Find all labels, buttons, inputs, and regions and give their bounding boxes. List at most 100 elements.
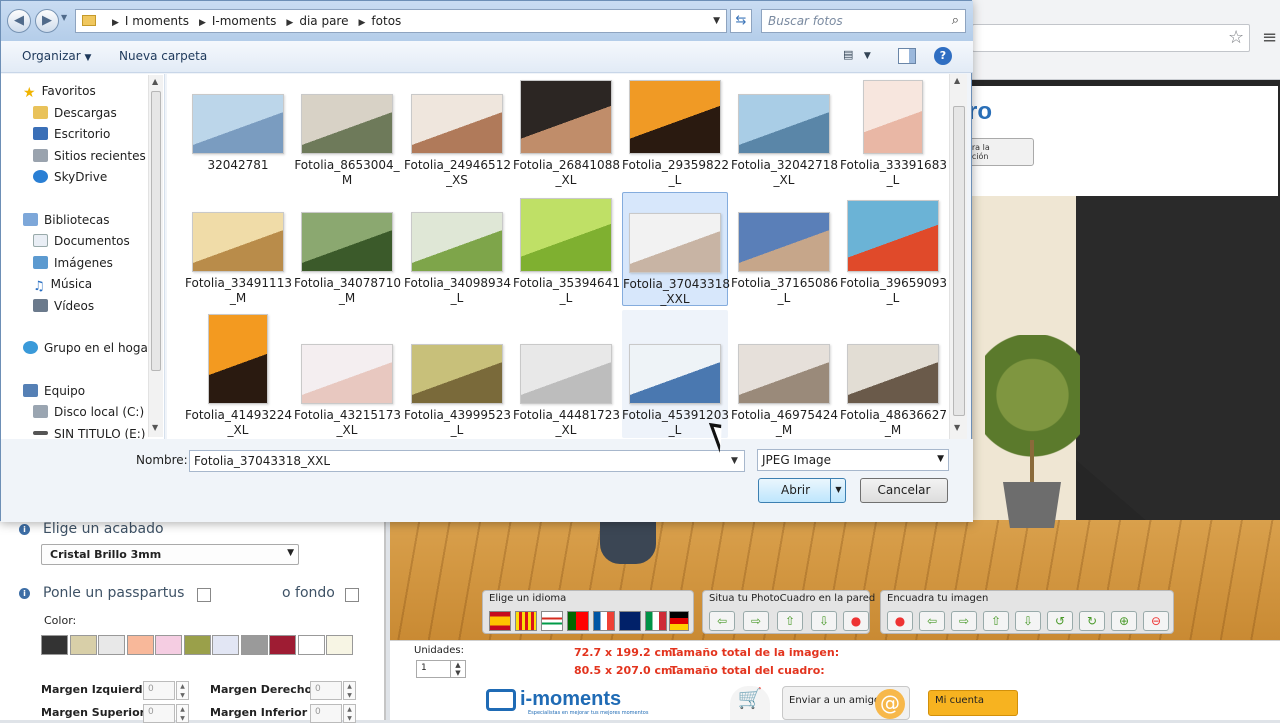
nav-untitled-drive[interactable]: SIN TITULO (E:) [33,427,145,439]
margin-left-input[interactable]: 0 [143,681,175,700]
file-tile[interactable]: Fotolia_45391203 _L [622,310,729,438]
rotate-left-icon[interactable]: ↺ [1047,611,1073,631]
zoom-out-icon[interactable]: ⊖ [1143,611,1169,631]
breadcrumb-dia-pare[interactable]: dia pare [299,14,348,28]
my-account-button[interactable]: Mi cuenta [928,690,1018,716]
file-tile[interactable]: Fotolia_24946512 _XS [404,74,511,188]
nav-homegroup[interactable]: Grupo en el hogar [23,341,153,355]
crop-left-icon[interactable]: ⇦ [919,611,945,631]
passpartout-checkbox[interactable] [197,588,211,602]
color-swatch[interactable] [240,635,268,655]
file-tile[interactable]: Fotolia_34078710 _M [294,192,401,306]
color-swatch[interactable] [269,635,296,655]
flag-uk-icon[interactable] [619,611,641,631]
nav-videos[interactable]: Vídeos [33,299,94,313]
chevron-down-icon[interactable]: ▼ [830,479,846,502]
star-icon[interactable]: ☆ [1228,27,1244,48]
back-arrow-icon[interactable]: ◀ [7,9,31,33]
scroll-up-icon[interactable]: ▲ [152,77,158,86]
nav-libraries[interactable]: Bibliotecas [23,213,109,227]
file-tile[interactable]: Fotolia_46975424 _M [731,310,838,438]
search-input[interactable]: Buscar fotos ⌕ [761,9,966,33]
move-left-icon[interactable]: ⇦ [709,611,735,631]
menu-icon[interactable]: ≡ [1262,27,1277,48]
organize-button[interactable]: Organizar ▼ [22,49,91,63]
breadcrumb-fotos[interactable]: fotos [371,14,401,28]
info-icon[interactable]: i [19,524,30,535]
nav-downloads[interactable]: Descargas [33,106,117,120]
nav-recent[interactable]: Sitios recientes [33,149,146,163]
color-swatch[interactable] [155,635,182,655]
color-swatch[interactable] [41,635,68,655]
chevron-down-icon[interactable]: ▼ [731,456,738,466]
color-swatch[interactable] [183,635,211,655]
refresh-icon[interactable]: ⇆ [730,9,752,33]
nav-scroll-thumb[interactable] [151,91,161,371]
file-tile[interactable]: Fotolia_41493224 _XL [185,310,292,438]
color-swatch[interactable] [297,635,325,655]
zoom-in-icon[interactable]: ⊕ [1111,611,1137,631]
nav-scrollbar[interactable]: ▲ ▼ [148,75,163,437]
color-swatch[interactable] [69,635,97,655]
nav-desktop[interactable]: Escritorio [33,127,110,141]
nav-local-disk[interactable]: Disco local (C:) [33,405,144,419]
file-tile[interactable]: Fotolia_37165086 _L [731,192,838,306]
open-button[interactable]: Abrir ▼ [758,478,846,503]
cancel-button[interactable]: Cancelar [860,478,948,503]
file-tile[interactable]: Fotolia_43999523 _L [404,310,511,438]
file-tile[interactable]: Fotolia_8653004_ M [294,74,400,188]
search-icon[interactable]: ⌕ [952,13,959,28]
browser-url-bar[interactable] [972,24,1250,52]
nav-documents[interactable]: Documentos [33,234,130,248]
margin-bottom-input[interactable]: 0 [310,704,342,723]
files-scroll-thumb[interactable] [953,106,965,416]
crop-reset-icon[interactable]: ● [887,611,913,631]
view-options-button[interactable]: ▤ ▼ [843,48,883,66]
cart-button[interactable]: 🛒 [730,686,770,720]
file-tile[interactable]: Fotolia_43215173 _XL [294,310,401,438]
scroll-down-icon[interactable]: ▼ [954,423,960,432]
background-checkbox[interactable] [345,588,359,602]
flag-eu-icon[interactable] [541,611,563,631]
crop-up-icon[interactable]: ⇧ [983,611,1009,631]
file-tile[interactable]: Fotolia_32042718 _XL [731,74,838,188]
crop-down-icon[interactable]: ⇩ [1015,611,1041,631]
flag-ca-icon[interactable] [515,611,537,631]
reset-icon[interactable]: ● [843,611,869,631]
margin-top-input[interactable]: 0 [143,704,175,723]
finish-select[interactable]: Cristal Brillo 3mm ▼ [41,544,299,565]
file-name-input[interactable]: Fotolia_37043318_XXL [189,450,745,472]
help-icon[interactable]: ? [934,47,952,65]
room-button-fragment[interactable]: ora la ación [962,138,1034,166]
color-swatch[interactable] [326,635,353,655]
move-up-icon[interactable]: ⇧ [777,611,803,631]
new-folder-button[interactable]: Nueva carpeta [119,49,207,63]
files-scrollbar[interactable]: ▲ ▼ [949,74,967,439]
chevron-down-icon[interactable]: ▼ [713,16,720,26]
breadcrumb-imoments[interactable]: I moments [125,14,189,28]
nav-computer[interactable]: Equipo [23,384,85,398]
nav-images[interactable]: Imágenes [33,256,113,270]
color-swatch[interactable] [126,635,154,655]
margin-right-stepper[interactable]: ▲ ▼ [343,681,356,700]
send-to-friend-button[interactable]: Enviar a un amigo @ [782,686,910,720]
rotate-right-icon[interactable]: ↻ [1079,611,1105,631]
file-tile[interactable]: Fotolia_34098934 _L [404,192,511,306]
info-icon[interactable]: i [19,588,30,599]
flag-de-icon[interactable] [669,611,689,631]
nav-favorites[interactable]: ★ Favoritos [23,84,96,101]
file-tile[interactable]: Fotolia_48636627 _M [840,310,947,438]
margin-top-stepper[interactable]: ▲ ▼ [176,704,189,723]
file-tile[interactable]: Fotolia_39659093 _L [840,192,947,306]
color-swatch[interactable] [212,635,239,655]
color-swatch[interactable] [98,635,125,655]
file-tile[interactable]: Fotolia_29359822 _L [622,74,729,188]
forward-arrow-icon[interactable]: ▶ [35,9,59,33]
flag-pt-icon[interactable] [567,611,589,631]
crop-right-icon[interactable]: ⇨ [951,611,977,631]
scroll-up-icon[interactable]: ▲ [954,76,960,85]
address-bar[interactable]: ▶ I moments ▶ I-moments ▶ dia pare ▶ fotos ▼ [75,9,727,33]
nav-music[interactable]: ♫ Música [33,277,92,294]
file-tile[interactable]: Fotolia_35394641 _L [513,192,620,306]
file-tile[interactable]: Fotolia_33491113 _M [185,192,292,306]
